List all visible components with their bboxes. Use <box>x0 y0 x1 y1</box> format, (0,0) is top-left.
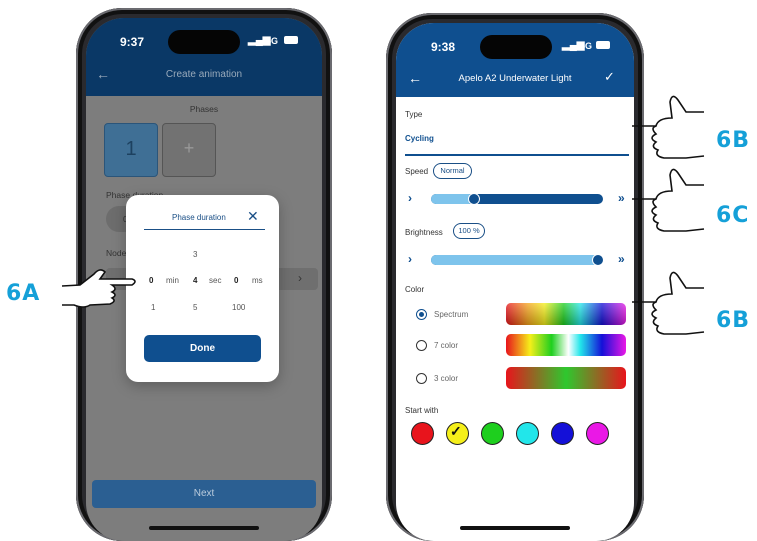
close-icon[interactable]: ✕ <box>247 208 259 225</box>
start-color-swatch[interactable] <box>586 422 609 445</box>
gradient-shade <box>506 303 626 325</box>
phase-duration-dialog: Phase duration ✕ 3 0 min 4 sec 0 ms 1 5 … <box>126 195 279 382</box>
callout-6b-bottom: 6B <box>716 308 751 333</box>
color-label: Color <box>405 285 425 294</box>
chevron-right-icon[interactable]: › <box>298 271 302 285</box>
thumbs-up-hand-icon <box>632 168 705 232</box>
spectrum-gradient[interactable] <box>506 303 626 325</box>
callout-6a: 6A <box>6 281 41 306</box>
picker-below-sec: 5 <box>193 303 198 312</box>
brightness-slider-fill <box>431 255 603 265</box>
ms-unit: ms <box>252 276 263 285</box>
callout-6b-top: 6B <box>716 128 751 153</box>
three-color-radio[interactable] <box>416 373 427 384</box>
network-label: 5G <box>266 36 279 46</box>
brightness-decrease-icon[interactable]: › <box>408 252 412 266</box>
speed-slider-thumb[interactable] <box>468 193 480 205</box>
dialog-title: Phase duration <box>172 213 226 222</box>
three-color-option-label: 3 color <box>434 374 459 383</box>
home-indicator <box>460 526 570 530</box>
seconds-value[interactable]: 4 <box>193 276 197 285</box>
start-color-swatch[interactable] <box>411 422 434 445</box>
start-color-swatch[interactable] <box>516 422 539 445</box>
spectrum-radio[interactable] <box>416 309 427 320</box>
picker-below-min: 1 <box>151 303 156 312</box>
brightness-label: Brightness <box>405 228 443 237</box>
seven-color-gradient[interactable] <box>506 334 626 356</box>
type-label: Type <box>405 110 423 119</box>
spectrum-option-label: Spectrum <box>434 310 469 319</box>
app-bar: ← Create animation <box>86 56 322 96</box>
speed-slider[interactable] <box>431 193 603 205</box>
check-icon[interactable]: ✓ <box>604 69 615 85</box>
seven-color-radio[interactable] <box>416 340 427 351</box>
add-phase-button[interactable]: + <box>162 123 216 177</box>
brightness-slider[interactable] <box>431 254 604 266</box>
type-dropdown-underline <box>405 154 629 156</box>
thumbs-up-hand-icon <box>632 95 705 159</box>
seconds-unit: sec <box>209 276 222 285</box>
phases-label: Phases <box>189 104 219 114</box>
home-indicator <box>149 526 259 530</box>
speed-increase-icon[interactable]: » <box>618 191 625 205</box>
start-with-label: Start with <box>405 406 439 415</box>
start-color-swatch[interactable] <box>481 422 504 445</box>
seven-color-option-label: 7 color <box>434 341 459 350</box>
picker-below-ms: 100 <box>232 303 246 312</box>
radio-selected-dot <box>419 312 424 317</box>
page-title: Apelo A2 Underwater Light <box>458 73 572 84</box>
next-button[interactable]: Next <box>92 480 316 508</box>
status-time: 9:37 <box>120 35 145 49</box>
dynamic-island <box>168 30 240 54</box>
phase-tile-1[interactable]: 1 <box>104 123 158 177</box>
picker-above-value: 3 <box>193 250 198 259</box>
right-phone-frame: 9:38 ▂▄▆ 5G ← Apelo A2 Underwater Light … <box>386 13 644 541</box>
three-color-gradient[interactable] <box>506 367 626 389</box>
speed-label: Speed <box>405 167 429 176</box>
phase-tile-number: 1 <box>125 138 137 160</box>
check-icon: ✓ <box>450 423 462 439</box>
page-title: Create animation <box>165 69 243 80</box>
battery-icon <box>596 41 610 49</box>
speed-value-badge: Normal <box>433 163 472 179</box>
brightness-value-badge: 100 % <box>453 223 485 239</box>
plus-icon: + <box>183 138 195 158</box>
network-label: 5G <box>580 41 593 51</box>
thumbs-up-hand-icon <box>632 271 705 335</box>
minutes-unit: min <box>166 276 179 285</box>
status-time: 9:38 <box>431 40 456 54</box>
dynamic-island <box>480 35 552 59</box>
done-button[interactable]: Done <box>144 335 261 362</box>
pointing-hand-icon <box>61 269 136 308</box>
start-color-swatch[interactable] <box>551 422 574 445</box>
minutes-value[interactable]: 0 <box>149 276 153 285</box>
brightness-slider-thumb[interactable] <box>592 254 604 266</box>
speed-decrease-icon[interactable]: › <box>408 191 412 205</box>
brightness-increase-icon[interactable]: » <box>618 252 625 266</box>
callout-6c: 6C <box>716 203 750 228</box>
battery-icon <box>284 36 298 44</box>
right-phone-screen: 9:38 ▂▄▆ 5G ← Apelo A2 Underwater Light … <box>396 23 634 541</box>
app-bar: ← Apelo A2 Underwater Light ✓ <box>396 61 634 97</box>
start-color-swatch[interactable]: ✓ <box>446 422 469 445</box>
dialog-divider <box>144 229 265 230</box>
ms-value[interactable]: 0 <box>234 276 238 285</box>
type-dropdown-value[interactable]: Cycling <box>405 134 434 143</box>
